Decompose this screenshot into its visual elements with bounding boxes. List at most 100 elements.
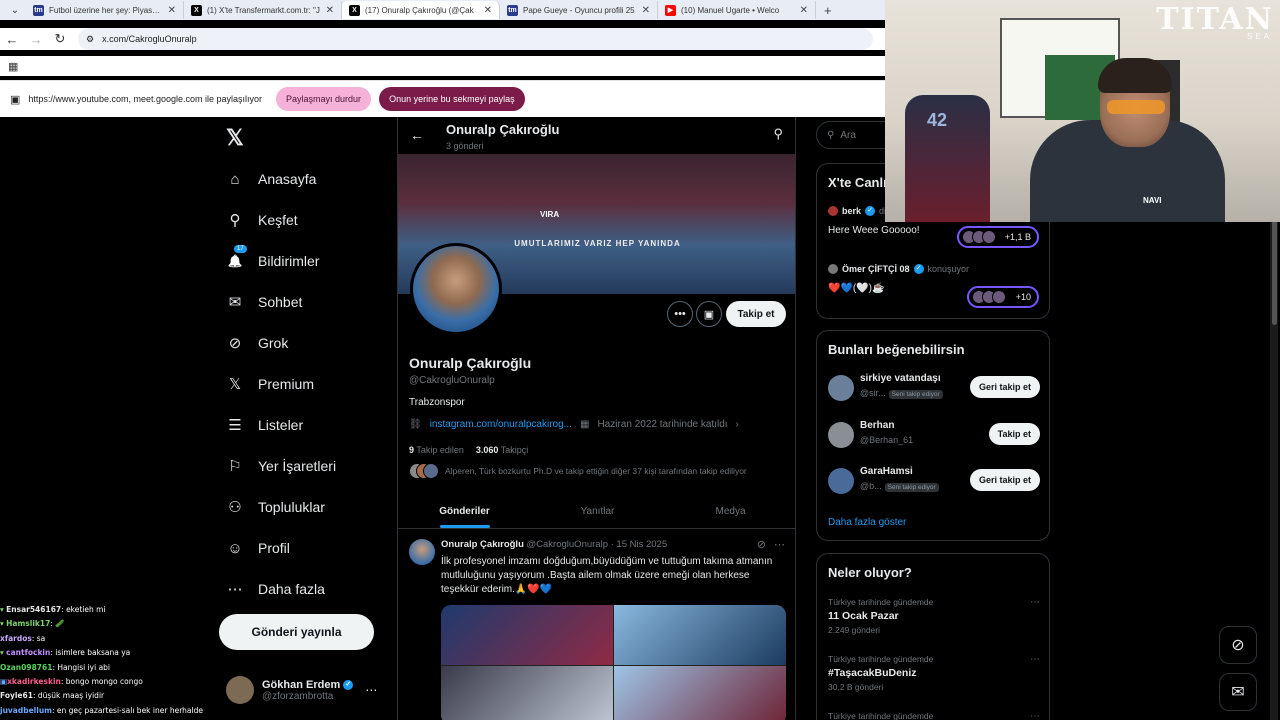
tweet-author[interactable]: Onuralp Çakıroğlu: [441, 539, 524, 550]
trend-item[interactable]: Türkiye tarihinde gündemde 11 Ocak Pazar…: [828, 597, 1040, 635]
browser-tab[interactable]: tm Pape Gueye - Oyuncu profili 25 ✕: [500, 1, 658, 19]
forward-arrow-icon[interactable]: →: [24, 32, 48, 47]
show-more-link[interactable]: Daha fazla göster: [828, 517, 906, 528]
trends-title: Neler oluyor?: [828, 565, 912, 580]
tweet-image[interactable]: [441, 605, 613, 665]
tab-media[interactable]: Medya: [664, 495, 795, 528]
back-arrow-icon[interactable]: ←: [0, 32, 24, 47]
list-icon: ☰: [228, 417, 242, 434]
tweet-image[interactable]: [441, 666, 613, 720]
more-dots-icon[interactable]: ⋯: [365, 683, 377, 697]
followed-by[interactable]: Alperen, Türk bozkurtu Ph.D ve takip ett…: [409, 463, 747, 479]
trend-item[interactable]: Türkiye tarihinde gündemde ⋯: [828, 711, 1040, 720]
sidebar-item-profile[interactable]: ☺ Profil: [226, 539, 290, 557]
tab-favicon-icon: tm: [507, 4, 518, 16]
tab-replies[interactable]: Yanıtlar: [531, 495, 664, 528]
sidebar-item-notifications[interactable]: 🔔 17 Bildirimler: [226, 245, 319, 270]
live-listeners-pill[interactable]: +1,1 B: [957, 226, 1039, 248]
sidebar-item-premium[interactable]: 𝕏 Premium: [226, 375, 314, 393]
site-settings-icon[interactable]: ⚙: [86, 34, 94, 45]
trends-card: Neler oluyor? Türkiye tarihinde gündemde…: [816, 553, 1050, 720]
more-options-icon[interactable]: •••: [667, 301, 693, 327]
tab-close-icon[interactable]: ✕: [168, 5, 176, 16]
reload-icon[interactable]: ↻: [48, 31, 72, 47]
followers-link[interactable]: 3.060 Takipçi: [476, 445, 528, 455]
suggestion-item[interactable]: Berhan @Berhan_61 Takip et: [828, 420, 1040, 452]
tab-close-icon[interactable]: ✕: [484, 5, 492, 16]
scrollbar-thumb[interactable]: [1272, 221, 1277, 325]
chat-text: : en geç pazartesi-salı bek iner herhald…: [51, 705, 203, 715]
webcam-jersey-number: 42: [927, 110, 948, 130]
following-link[interactable]: 9 Takip edilen: [409, 445, 464, 455]
tab-favicon-icon: X: [191, 4, 202, 16]
suggestion-item[interactable]: sirkiye vatandaşı @sir... Seni takip ediy…: [828, 373, 1040, 405]
browser-tab-active[interactable]: X (17) Onuralp Çakıroğlu (@Çak ✕: [342, 1, 500, 19]
x-logo-icon[interactable]: 𝕏: [226, 125, 244, 151]
url-field[interactable]: ⚙ x.com/CakrogluOnuralp: [78, 28, 873, 50]
envelope-icon: ✉: [228, 294, 242, 311]
subscribe-gift-icon[interactable]: ▣: [696, 301, 722, 327]
more-dots-icon[interactable]: ⋯: [774, 538, 785, 551]
suggestion-item[interactable]: GaraHamsi @b... Seni takip ediyor Geri ta…: [828, 466, 1040, 498]
live-space-title[interactable]: Here Weee Gooooo!: [828, 225, 920, 236]
tab-close-icon[interactable]: ✕: [326, 5, 334, 16]
post-button[interactable]: Gönderi yayınla: [219, 614, 374, 650]
follow-back-button[interactable]: Geri takip et: [969, 469, 1040, 491]
search-icon: ⚲: [827, 129, 835, 141]
sidebar-item-communities[interactable]: ⚇ Topluluklar: [226, 498, 325, 516]
account-switcher[interactable]: Gökhan Erdem ✓ @zforzambrotta ⋯: [226, 672, 391, 708]
messages-icon[interactable]: ✉: [1219, 673, 1257, 711]
chat-user: Hamslik17: [6, 619, 51, 629]
follow-back-button[interactable]: Geri takip et: [969, 376, 1040, 398]
trend-item[interactable]: Türkiye tarihinde gündemde #TaşacakBuDen…: [828, 654, 1040, 692]
profile-avatar[interactable]: [410, 243, 502, 335]
stop-sharing-button[interactable]: Paylaşmayı durdur: [276, 87, 372, 111]
search-icon[interactable]: ⚲: [773, 126, 783, 142]
live-space-host[interactable]: Ömer ÇİFTÇİ 08 ✓ konuşuyor: [828, 264, 969, 274]
trend-count: 30,2 B gönderi: [828, 682, 884, 692]
tweet-header: Onuralp Çakıroğlu @CakrogluOnuralp · 15 …: [441, 539, 667, 550]
sidebar-item-bookmarks[interactable]: ⚐ Yer İşaretleri: [226, 457, 336, 475]
sidebar-item-lists[interactable]: ☰ Listeler: [226, 416, 303, 434]
tab-close-icon[interactable]: ✕: [800, 5, 808, 16]
avatar[interactable]: [409, 539, 435, 565]
live-listeners-pill[interactable]: +10: [967, 286, 1039, 308]
sidebar-item-home[interactable]: ⌂ Anasayfa: [226, 170, 316, 188]
grok-icon[interactable]: ⊘: [1219, 626, 1257, 664]
joined-date[interactable]: Haziran 2022 tarihinde katıldı: [597, 419, 727, 430]
avatar: [828, 264, 838, 274]
tweet-handle[interactable]: @CakrogluOnuralp: [527, 539, 608, 550]
apps-grid-icon[interactable]: ▦: [8, 60, 18, 73]
sidebar-item-grok[interactable]: ⊘ Grok: [226, 334, 289, 352]
sidebar-item-more[interactable]: ⋯ Daha fazla: [226, 580, 325, 598]
more-dots-icon[interactable]: ⋯: [1030, 711, 1040, 720]
tab-close-icon[interactable]: ✕: [642, 5, 650, 16]
sidebar-item-chat[interactable]: ✉ Sohbet: [226, 293, 303, 311]
tab-search-dropdown-icon[interactable]: ⌄: [4, 1, 26, 19]
chat-text: : eketieh mi: [61, 605, 106, 614]
x-premium-icon: 𝕏: [228, 376, 242, 393]
share-this-tab-button[interactable]: Onun yerine bu sekmeyi paylaş: [379, 87, 525, 111]
tab-posts[interactable]: Gönderiler: [398, 495, 531, 528]
grok-icon[interactable]: ⊘: [757, 538, 766, 551]
more-dots-icon[interactable]: ⋯: [1030, 597, 1040, 608]
more-dots-icon[interactable]: ⋯: [1030, 654, 1040, 665]
live-space-host[interactable]: berk ✓ di: [828, 206, 886, 216]
new-tab-icon[interactable]: +: [816, 3, 840, 18]
sidebar-item-explore[interactable]: ⚲ Keşfet: [226, 211, 298, 229]
tweet-image[interactable]: [614, 666, 786, 720]
chat-text: : sa: [31, 633, 46, 643]
more-circle-icon: ⋯: [227, 581, 243, 598]
back-arrow-icon[interactable]: ←: [410, 127, 424, 143]
tweet[interactable]: Onuralp Çakıroğlu @CakrogluOnuralp · 15 …: [398, 530, 795, 720]
browser-tab[interactable]: ▶ (10) Manuel Ugarte • Welco ✕: [658, 1, 816, 19]
browser-tab[interactable]: X (1) X'te Transfermarkt.com.tr: "J ✕: [184, 1, 342, 19]
trend-name: 11 Ocak Pazar: [828, 610, 899, 622]
browser-tab[interactable]: tm Futbol üzerine her şey: Piyasa D ✕: [26, 1, 184, 19]
follow-button[interactable]: Takip et: [988, 423, 1040, 445]
tweet-date[interactable]: · 15 Nis 2025: [611, 539, 668, 550]
follow-button[interactable]: Takip et: [726, 301, 786, 327]
tweet-image[interactable]: [614, 605, 786, 665]
profile-link[interactable]: instagram.com/onuralpcakirog...: [430, 419, 572, 430]
live-space-title[interactable]: ❤️💙(🤍)☕: [828, 283, 884, 294]
